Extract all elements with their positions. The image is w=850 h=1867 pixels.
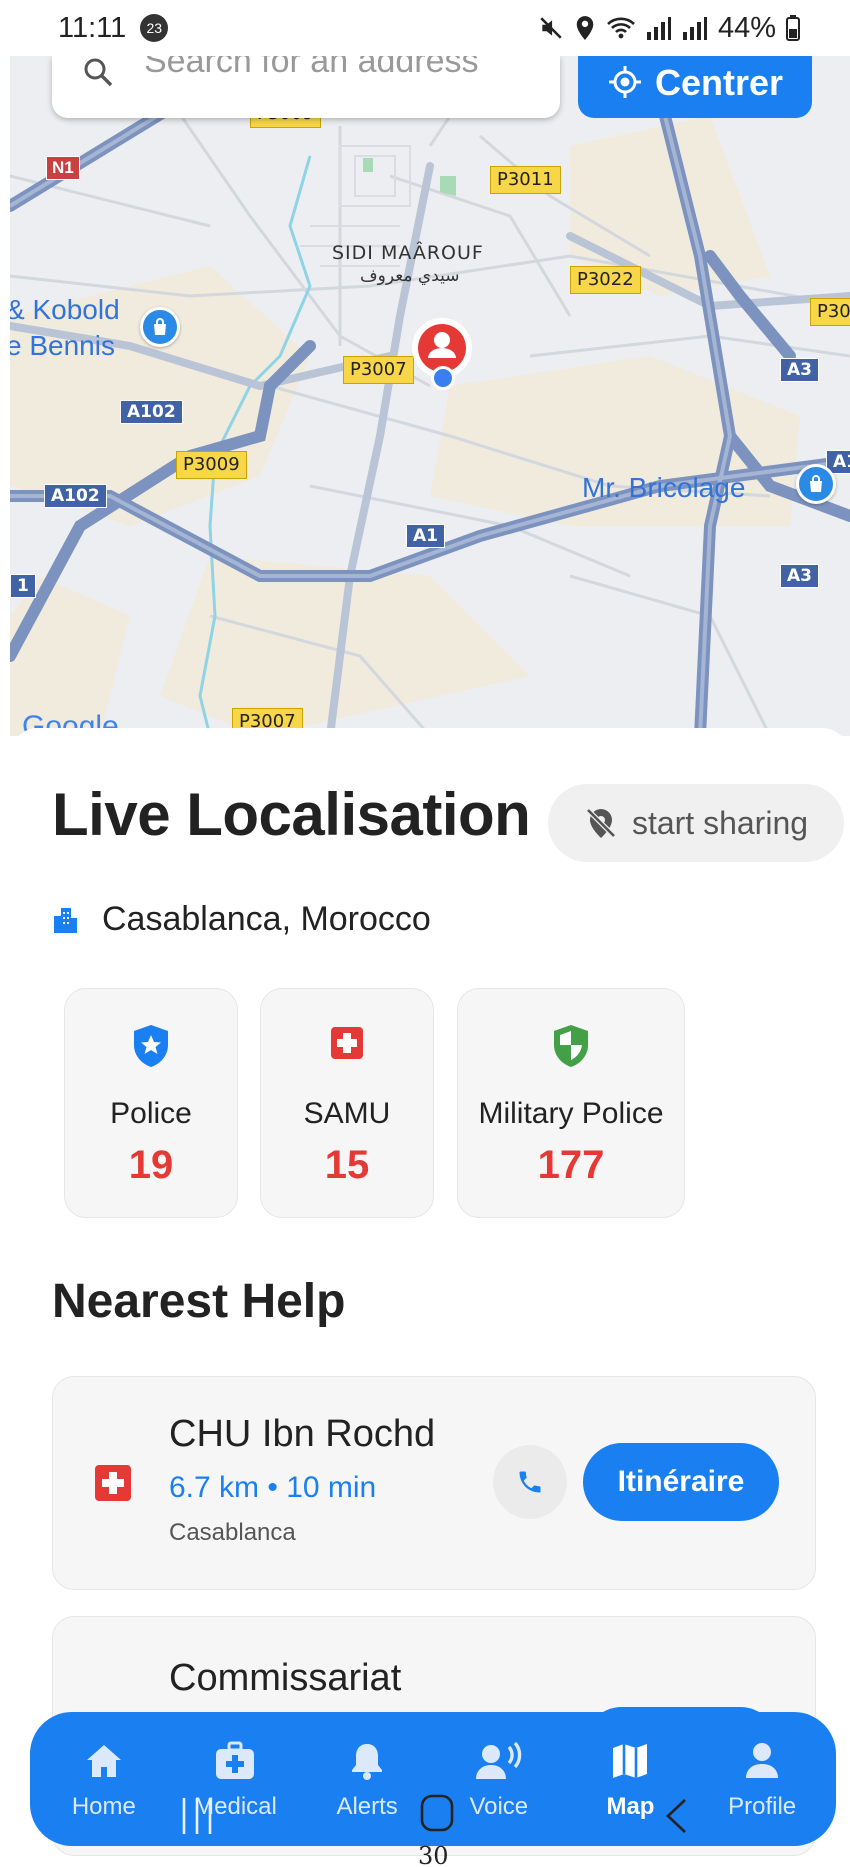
signal-icon-2 bbox=[682, 17, 707, 40]
nav-item-label: Profile bbox=[728, 1793, 797, 1820]
search-icon bbox=[84, 58, 113, 87]
voice-icon bbox=[475, 1741, 522, 1779]
home-icon bbox=[86, 1745, 121, 1777]
highway-label: 1 bbox=[10, 574, 36, 598]
highway-label: A3 bbox=[780, 358, 819, 382]
emergency-card-name: Military Police bbox=[478, 1097, 664, 1130]
battery-percent: 44% bbox=[717, 11, 776, 44]
mute-icon bbox=[540, 17, 562, 39]
start-sharing-button[interactable]: start sharing bbox=[548, 784, 844, 862]
poi-label[interactable]: e Bennis bbox=[10, 330, 115, 362]
city-icon bbox=[54, 907, 77, 933]
current-city: Casablanca, Morocco bbox=[52, 900, 431, 939]
medical-cross-icon bbox=[331, 1027, 363, 1059]
map-view[interactable]: N1 P3009 P3011 P3022 P3007 P3009 P3007 P… bbox=[10, 56, 850, 736]
status-icons: 44% bbox=[538, 12, 800, 45]
place-label: SIDI MAÂROUF bbox=[332, 242, 484, 264]
start-sharing-label: start sharing bbox=[631, 804, 809, 841]
crosshair-icon bbox=[608, 66, 641, 98]
emergency-card-military-police[interactable]: Military Police 177 bbox=[457, 988, 685, 1218]
help-item-name: CHU Ibn Rochd bbox=[169, 1413, 436, 1455]
road-label: P30 bbox=[810, 298, 850, 326]
nav-item-alerts[interactable]: Alerts bbox=[303, 1737, 431, 1821]
bell-icon bbox=[352, 1744, 383, 1780]
highway-label: A1 bbox=[406, 524, 445, 548]
nav-item-label: Home bbox=[71, 1793, 136, 1820]
location-off-icon bbox=[586, 808, 616, 838]
shield-star-icon bbox=[134, 1025, 168, 1067]
call-button[interactable] bbox=[493, 1445, 567, 1519]
road-label: P3007 bbox=[343, 356, 414, 384]
nav-item-profile[interactable]: Profile bbox=[698, 1737, 826, 1821]
road-label: P3009 bbox=[176, 451, 247, 479]
shopping-bag-pin-icon[interactable] bbox=[796, 464, 836, 504]
status-bar: 11:11 23 44% bbox=[0, 0, 850, 56]
emergency-numbers: Police 19 SAMU 15 Military Police 177 bbox=[64, 988, 814, 1218]
road-label: P3022 bbox=[570, 266, 641, 294]
status-time: 11:11 bbox=[58, 11, 127, 44]
phone-icon bbox=[519, 1471, 541, 1493]
itinerary-button[interactable]: Itinéraire bbox=[583, 1443, 779, 1521]
place-label-arabic: سيدي معروف bbox=[360, 266, 460, 286]
page-number: 30 bbox=[418, 1842, 449, 1867]
poi-label[interactable]: & Kobold bbox=[10, 294, 120, 326]
notification-badge: 23 bbox=[140, 14, 169, 42]
emergency-card-name: SAMU bbox=[303, 1097, 391, 1130]
battery-icon bbox=[786, 15, 800, 41]
emergency-card-police[interactable]: Police 19 bbox=[64, 988, 238, 1218]
emergency-card-number: 177 bbox=[537, 1143, 605, 1187]
center-button-label: Centrer bbox=[654, 62, 784, 103]
center-button[interactable]: Centrer bbox=[578, 56, 812, 118]
emergency-card-number: 15 bbox=[324, 1143, 370, 1187]
page-title: Live Localisation bbox=[52, 781, 531, 848]
person-icon bbox=[746, 1743, 779, 1778]
signal-icon bbox=[646, 17, 671, 40]
nav-item-voice[interactable]: Voice bbox=[435, 1737, 563, 1821]
help-item-name: Commissariat bbox=[169, 1657, 402, 1699]
road-label: P3011 bbox=[490, 166, 561, 194]
bottom-sheet: Live Localisation start sharing Casablan… bbox=[10, 728, 850, 1867]
help-item-distance: 6.7 km • 10 min bbox=[169, 1471, 377, 1504]
search-input[interactable]: Search for an address bbox=[52, 56, 560, 118]
medical-cross-icon bbox=[95, 1465, 131, 1501]
nav-item-medical[interactable]: Medical bbox=[171, 1737, 299, 1821]
search-placeholder: Search for an address bbox=[144, 56, 479, 80]
highway-label: A3 bbox=[780, 564, 819, 588]
highway-label: N1 bbox=[46, 156, 80, 180]
shopping-bag-pin-icon[interactable] bbox=[140, 307, 180, 347]
map-base bbox=[10, 56, 850, 736]
location-icon bbox=[576, 16, 594, 40]
current-location-dot bbox=[431, 366, 455, 390]
wifi-icon bbox=[607, 17, 635, 39]
help-item-city: Casablanca bbox=[169, 1519, 296, 1546]
highway-label: A102 bbox=[44, 484, 107, 508]
bottom-nav: Home Medical Alerts Voice Map Profile bbox=[30, 1712, 836, 1846]
nav-item-label: Alerts bbox=[336, 1793, 398, 1820]
map-icon bbox=[613, 1744, 648, 1778]
emergency-card-name: Police bbox=[110, 1097, 192, 1130]
nearest-help-heading: Nearest Help bbox=[52, 1275, 346, 1328]
nav-item-home[interactable]: Home bbox=[40, 1737, 168, 1821]
nav-item-label: Medical bbox=[194, 1793, 277, 1820]
emergency-card-number: 19 bbox=[128, 1143, 174, 1187]
city-label: Casablanca, Morocco bbox=[102, 900, 431, 938]
poi-label[interactable]: Mr. Bricolage bbox=[582, 472, 745, 504]
nav-item-label: Map bbox=[606, 1793, 655, 1820]
nav-item-label: Voice bbox=[469, 1793, 529, 1820]
emergency-card-samu[interactable]: SAMU 15 bbox=[260, 988, 434, 1218]
help-item-card[interactable]: CHU Ibn Rochd 6.7 km • 10 min Casablanca… bbox=[52, 1376, 816, 1590]
highway-label: A102 bbox=[120, 400, 183, 424]
nav-item-map[interactable]: Map bbox=[566, 1737, 694, 1821]
shield-half-icon bbox=[554, 1025, 588, 1067]
medical-kit-icon bbox=[216, 1741, 255, 1779]
